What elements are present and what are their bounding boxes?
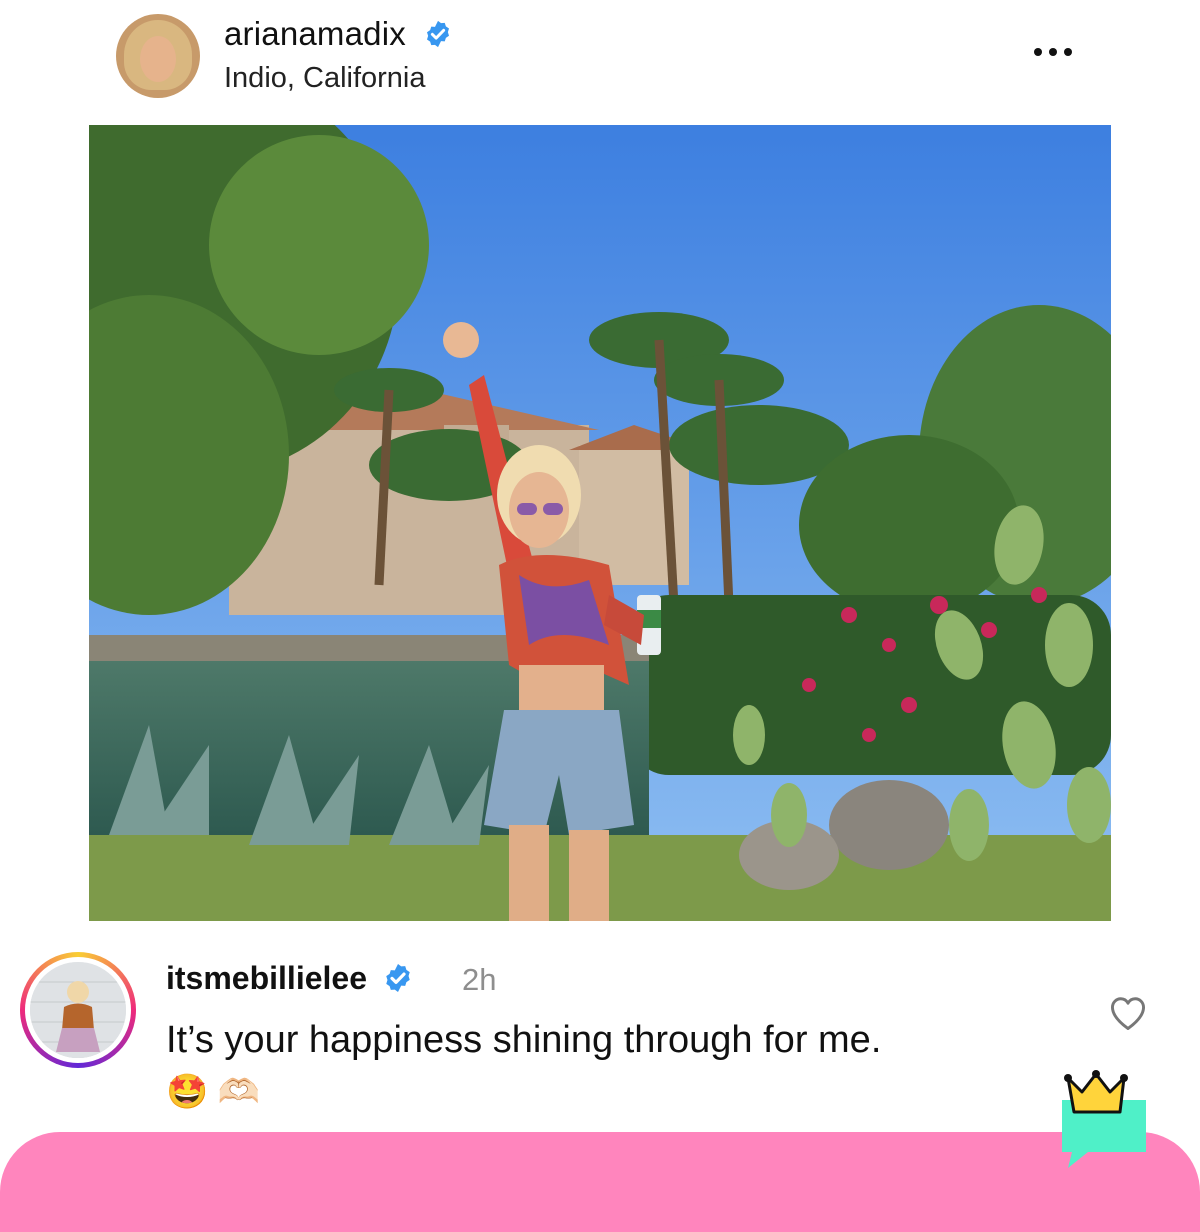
commenter-username-row[interactable]: itsmebillielee (166, 960, 414, 997)
commenter-avatar[interactable] (20, 952, 136, 1068)
more-options-icon[interactable] (1028, 38, 1078, 66)
crown-badge-icon (1062, 1070, 1146, 1168)
poster-username[interactable]: arianamadix (224, 15, 453, 53)
poster-username-text[interactable]: arianamadix (224, 15, 406, 52)
post-header: arianamadix Indio, California (0, 0, 1200, 120)
commenter-avatar-image (30, 962, 126, 1058)
comment: itsmebillielee 2h It’s your happiness sh… (0, 940, 1200, 1120)
comment-timestamp: 2h (462, 962, 497, 997)
comment-text: It’s your happiness shining through for … (166, 1019, 882, 1061)
comment-emoji: 🤩 🫶🏻 (166, 1073, 261, 1111)
post-photo[interactable] (89, 125, 1111, 921)
commenter-username[interactable]: itsmebillielee (166, 960, 367, 996)
post-location[interactable]: Indio, California (224, 62, 426, 95)
verified-badge-icon (427, 20, 450, 48)
like-heart-icon[interactable] (1108, 995, 1148, 1031)
poster-avatar[interactable] (116, 14, 200, 98)
footer-bar (0, 1132, 1200, 1232)
photo-illustration (89, 125, 1111, 921)
verified-badge-icon (386, 964, 410, 992)
